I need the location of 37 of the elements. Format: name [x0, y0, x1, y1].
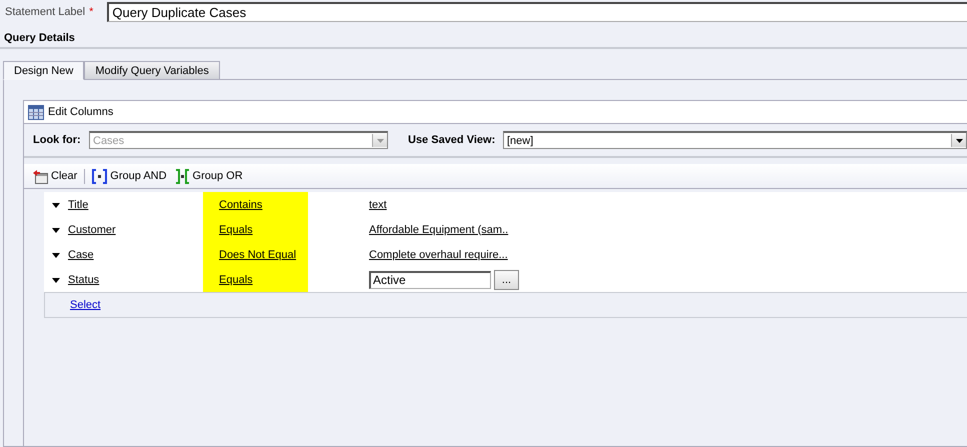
- value-link[interactable]: Affordable Equipment (sam..: [369, 224, 508, 236]
- value-link[interactable]: Complete overhaul require...: [369, 248, 508, 260]
- dropdown-arrow-icon[interactable]: [52, 252, 60, 258]
- dropdown-arrow-icon[interactable]: [52, 228, 60, 232]
- statement-label-field[interactable]: Query Duplicate Cases: [107, 2, 967, 22]
- operator-link[interactable]: Equals: [219, 274, 253, 286]
- dropdown-arrow-icon: [956, 138, 962, 142]
- field-label: Use Saved View:: [408, 134, 496, 146]
- group-or-icon: [174, 168, 190, 184]
- toolbar-button[interactable]: Group OR: [170, 168, 247, 184]
- section-title: Query Details: [0, 24, 967, 49]
- dropdown-arrow-icon[interactable]: [52, 202, 60, 208]
- toolbar-button[interactable]: Clear: [28, 168, 82, 184]
- tab[interactable]: Design New: [3, 61, 84, 80]
- select-link[interactable]: Select: [70, 299, 101, 311]
- dropdown-arrow-icon[interactable]: [52, 278, 60, 282]
- required-mark: *: [89, 6, 94, 18]
- operator-link[interactable]: Contains: [219, 198, 262, 210]
- field-label: Statement Label: [5, 6, 86, 18]
- group-and-icon: [92, 168, 108, 184]
- operator-link[interactable]: Does Not Equal: [219, 248, 296, 260]
- lookup-button[interactable]: ...: [494, 270, 519, 290]
- edit-columns-button[interactable]: Edit Columns: [24, 101, 967, 124]
- toolbar-button[interactable]: Group AND: [88, 168, 171, 184]
- field-link[interactable]: Case: [68, 248, 94, 260]
- tab[interactable]: Modify Query Variables: [84, 61, 220, 80]
- field-link[interactable]: Customer: [68, 224, 116, 236]
- dropdown-arrow-icon: [376, 138, 384, 142]
- clear-icon: [32, 168, 48, 184]
- value-link[interactable]: text: [369, 198, 387, 210]
- columns-icon: [28, 104, 44, 120]
- field-link[interactable]: Title: [68, 198, 88, 210]
- value-field[interactable]: Active: [369, 270, 491, 288]
- operator-link[interactable]: Equals: [219, 224, 253, 236]
- dropdown-field[interactable]: [new]: [503, 131, 967, 149]
- field-link[interactable]: Status: [68, 274, 100, 286]
- field-label: Look for:: [33, 134, 82, 146]
